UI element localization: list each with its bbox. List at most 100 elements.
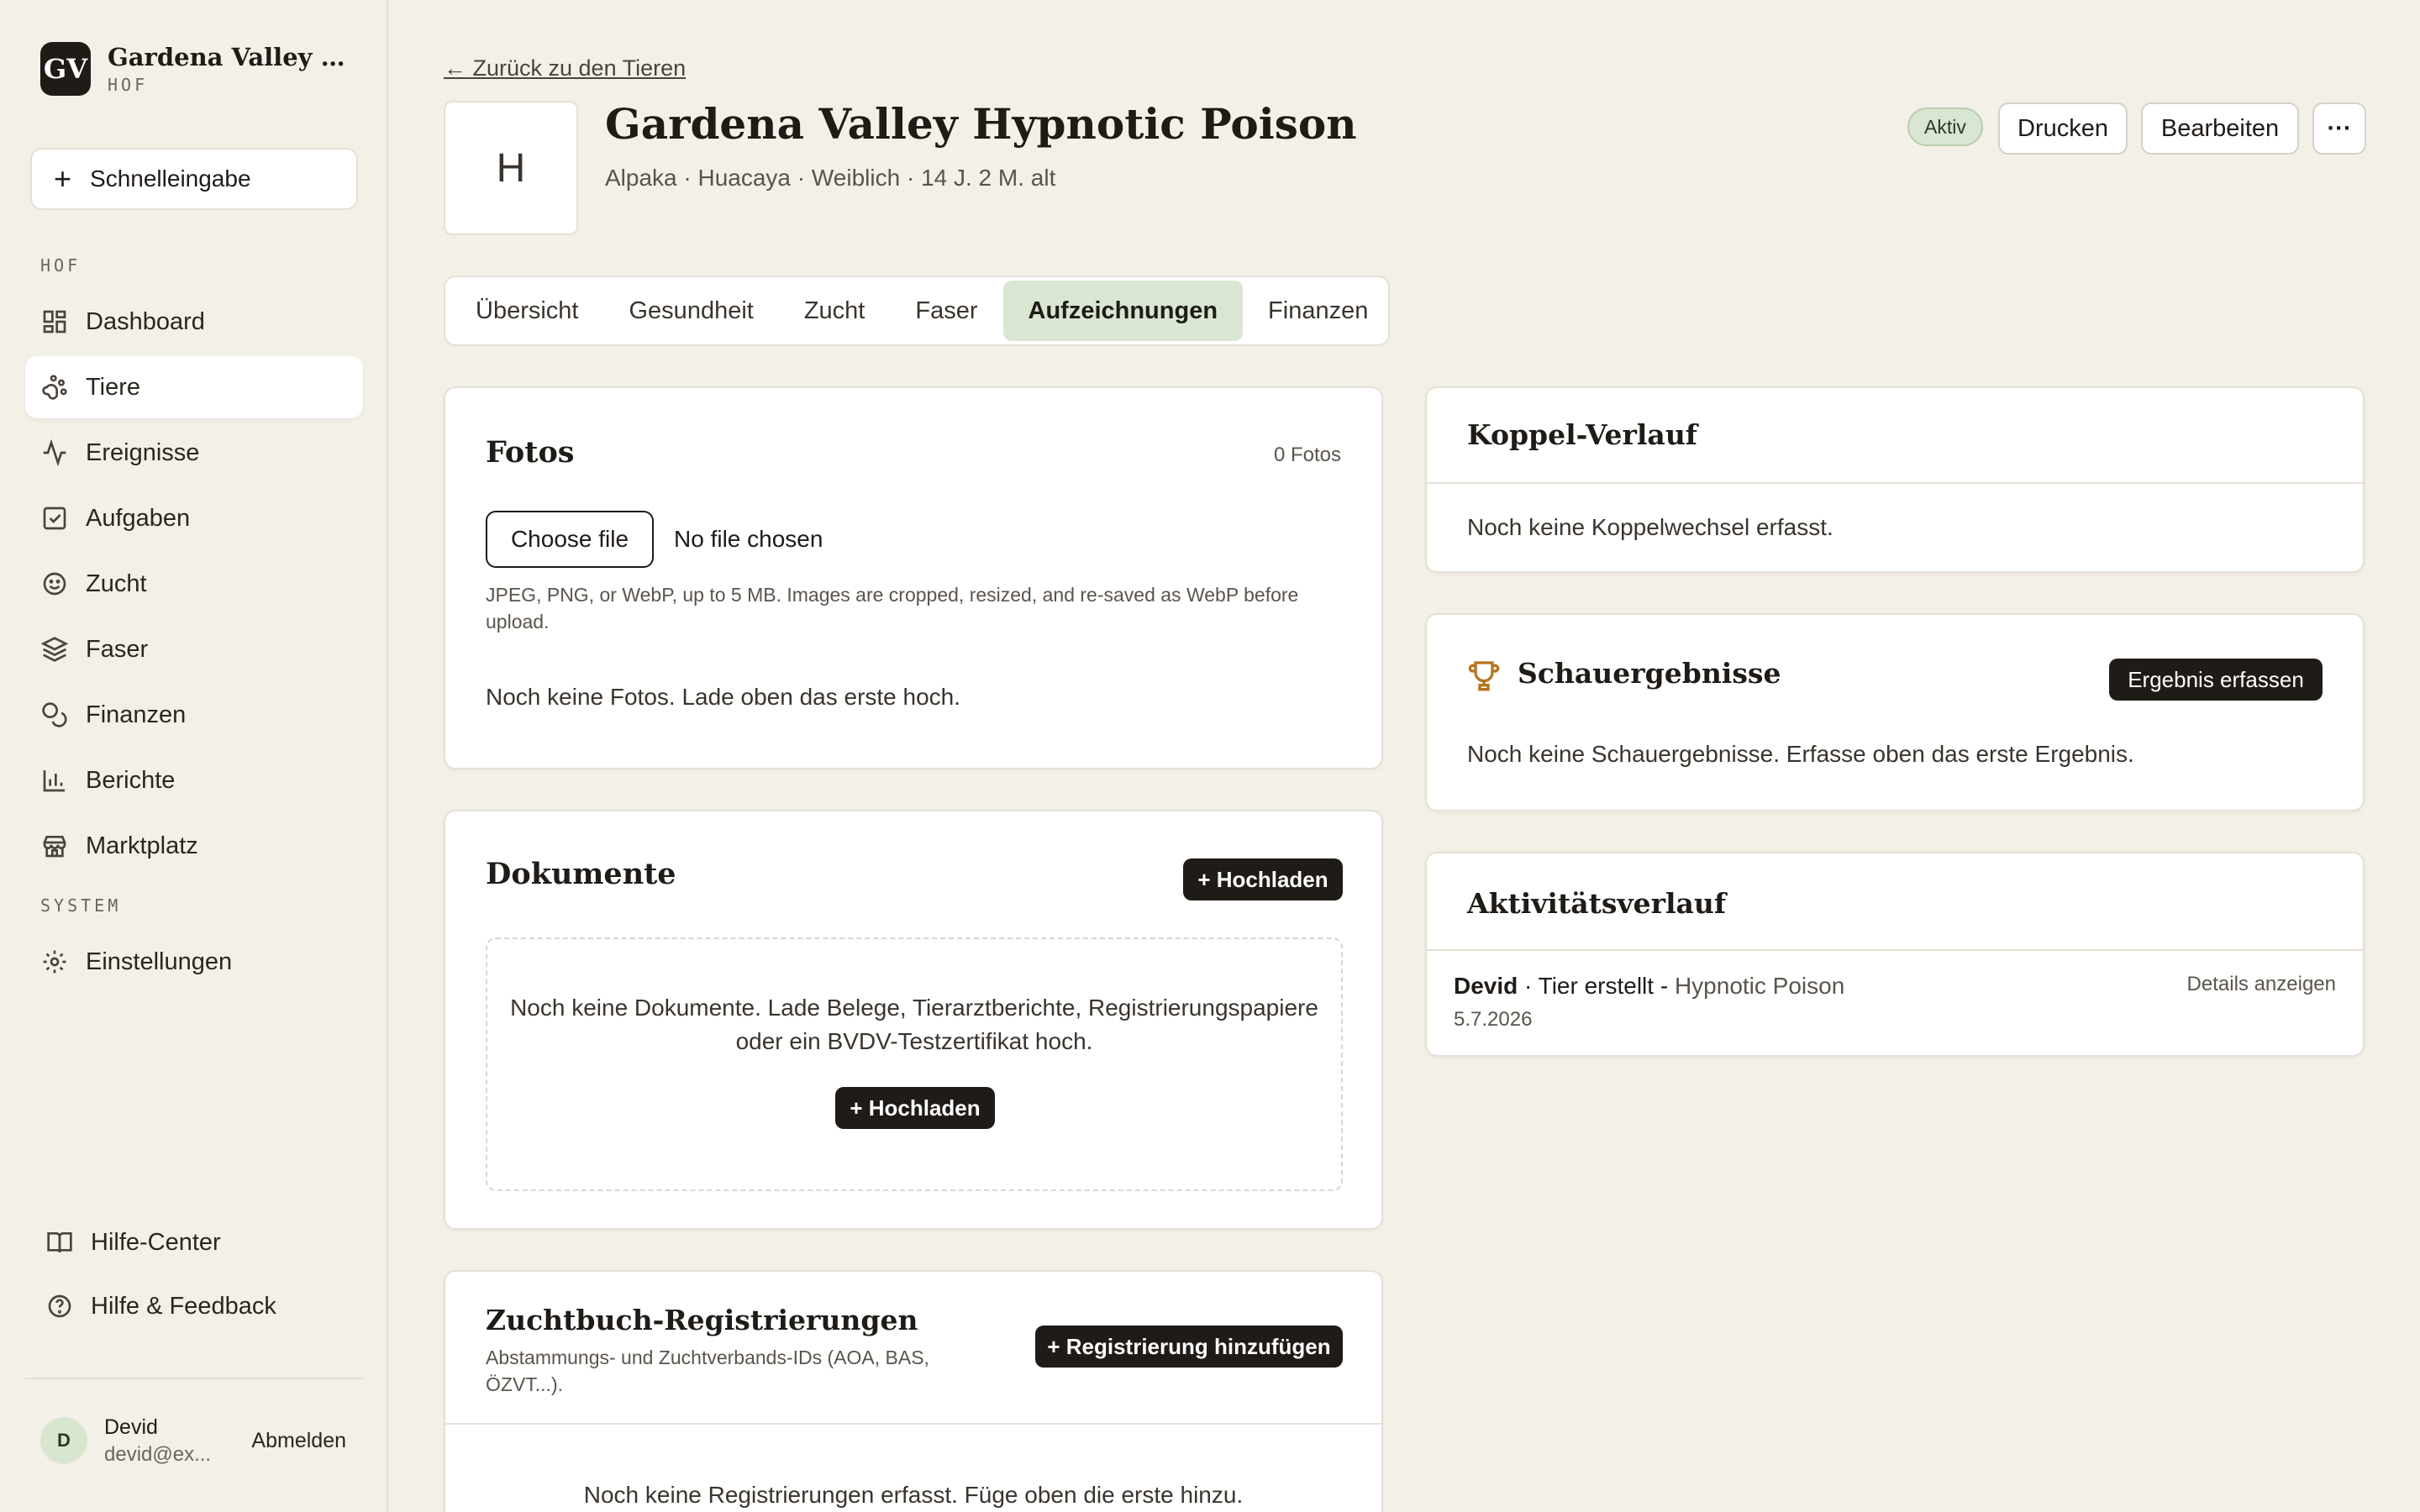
- documents-empty: Noch keine Dokumente. Lade Belege, Tiera…: [510, 995, 1318, 1054]
- tab-finanzen[interactable]: Finanzen: [1243, 281, 1393, 341]
- sidebar-item-label: Zucht: [86, 570, 147, 597]
- sidebar-item-einstellungen[interactable]: Einstellungen: [25, 931, 363, 993]
- upload-button[interactable]: + Hochladen: [1183, 858, 1343, 900]
- logout-button[interactable]: Abmelden: [251, 1429, 346, 1453]
- brand-sub: HOF: [108, 75, 149, 95]
- more-button[interactable]: ···: [2312, 102, 2366, 155]
- paddock-title: Koppel-Verlauf: [1467, 418, 1698, 451]
- shows-empty: Noch keine Schauergebnisse. Erfasse oben…: [1467, 741, 2134, 767]
- sidebar-item-label: Einstellungen: [86, 948, 233, 975]
- activity-icon: [40, 438, 69, 467]
- help-center-label: Hilfe-Center: [91, 1228, 221, 1256]
- sidebar-item-ereignisse[interactable]: Ereignisse: [25, 422, 363, 484]
- sidebar-item-berichte[interactable]: Berichte: [25, 749, 363, 811]
- brand-logo: GV: [40, 42, 91, 96]
- shows-title: Schauergebnisse: [1518, 657, 1781, 690]
- book-icon: [45, 1228, 74, 1257]
- grid-icon: [40, 307, 69, 336]
- section-label-system: SYSTEM: [40, 895, 122, 916]
- tab-bar: Übersicht Gesundheit Zucht Faser Aufzeic…: [444, 276, 1390, 346]
- edit-button[interactable]: Bearbeiten: [2141, 102, 2299, 155]
- help-feedback-label: Hilfe & Feedback: [91, 1292, 276, 1320]
- user-email: devid@ex...: [104, 1442, 212, 1466]
- sidebar-item-label: Marktplatz: [86, 832, 198, 859]
- back-link[interactable]: ← Zurück zu den Tieren: [444, 55, 686, 81]
- divider: [1427, 949, 2363, 951]
- user-name: Devid: [104, 1415, 158, 1439]
- sidebar-item-label: Ereignisse: [86, 438, 200, 466]
- registrations-title: Zuchtbuch-Registrierungen: [486, 1304, 918, 1336]
- help-center-link[interactable]: Hilfe-Center: [30, 1211, 368, 1273]
- tab-aufzeichnungen[interactable]: Aufzeichnungen: [1002, 281, 1244, 341]
- brand[interactable]: GV Gardena Valley Alp... HOF: [40, 42, 351, 96]
- photos-card: Fotos 0 Fotos Choose file No file chosen…: [444, 386, 1383, 769]
- divider: [445, 1423, 1381, 1425]
- activity-entry: Devid · Tier erstellt - Hypnotic Poison: [1454, 973, 1844, 1000]
- photos-hint: JPEG, PNG, or WebP, up to 5 MB. Images a…: [486, 584, 1299, 633]
- details-link[interactable]: Details anzeigen: [2187, 973, 2336, 996]
- sidebar-item-label: Faser: [86, 635, 149, 663]
- tab-faser[interactable]: Faser: [890, 281, 1002, 341]
- upload-inner-button[interactable]: + Hochladen: [835, 1087, 995, 1129]
- tab-uebersicht[interactable]: Übersicht: [450, 281, 604, 341]
- activity-date: 5.7.2026: [1454, 1008, 1533, 1031]
- sidebar-item-finanzen[interactable]: Finanzen: [25, 684, 363, 746]
- sidebar-item-zucht[interactable]: Zucht: [25, 553, 363, 615]
- bar-chart-icon: [40, 766, 69, 795]
- sidebar-item-label: Tiere: [86, 373, 140, 401]
- photos-count: 0 Fotos: [1273, 444, 1341, 466]
- activity-user: Devid: [1454, 973, 1518, 999]
- photos-title: Fotos: [486, 435, 575, 470]
- status-badge: Aktiv: [1907, 108, 1983, 146]
- section-label-hof: HOF: [40, 255, 82, 276]
- quick-entry-button[interactable]: + Schnelleingabe: [30, 148, 358, 210]
- page-title: Gardena Valley Hypnotic Poison: [605, 99, 1357, 149]
- photos-empty: Noch keine Fotos. Lade oben das erste ho…: [486, 684, 961, 710]
- checkbox-icon: [40, 504, 69, 533]
- paddock-empty: Noch keine Koppelwechsel erfasst.: [1467, 514, 1833, 540]
- registrations-card: Zuchtbuch-Registrierungen Abstammungs- u…: [444, 1270, 1383, 1512]
- coins-icon: [40, 701, 69, 729]
- registrations-desc: Abstammungs- und Zuchtverbands-IDs (AOA,…: [486, 1347, 929, 1395]
- sidebar-item-label: Berichte: [86, 766, 176, 794]
- smile-icon: [40, 570, 69, 598]
- page-subtitle: Alpaka · Huacaya · Weiblich · 14 J. 2 M.…: [605, 165, 1056, 191]
- documents-title: Dokumente: [486, 857, 676, 891]
- add-result-button[interactable]: Ergebnis erfassen: [2109, 659, 2323, 701]
- file-status: No file chosen: [674, 526, 823, 552]
- animal-avatar: H: [444, 101, 578, 235]
- avatar: D: [40, 1417, 87, 1464]
- sidebar-item-dashboard[interactable]: Dashboard: [25, 291, 363, 353]
- paddock-card: Koppel-Verlauf Noch keine Koppelwechsel …: [1425, 386, 2365, 573]
- tab-zucht[interactable]: Zucht: [779, 281, 891, 341]
- tab-gesundheit[interactable]: Gesundheit: [604, 281, 779, 341]
- gear-icon: [40, 948, 69, 976]
- print-button[interactable]: Drucken: [1998, 102, 2128, 155]
- paw-icon: [40, 373, 69, 402]
- sidebar-item-aufgaben[interactable]: Aufgaben: [25, 487, 363, 549]
- sidebar-item-label: Aufgaben: [86, 504, 191, 532]
- sidebar-item-label: Dashboard: [86, 307, 205, 335]
- store-icon: [40, 832, 69, 860]
- plus-icon: +: [54, 161, 72, 196]
- activity-target[interactable]: Hypnotic Poison: [1675, 973, 1844, 999]
- sidebar-item-tiere[interactable]: Tiere: [25, 356, 363, 418]
- documents-card: Dokumente + Hochladen Noch keine Dokumen…: [444, 810, 1383, 1230]
- brand-name: Gardena Valley Alp...: [108, 43, 351, 71]
- shows-card: Schauergebnisse Ergebnis erfassen Noch k…: [1425, 613, 2365, 811]
- add-registration-button[interactable]: + Registrierung hinzufügen: [1035, 1326, 1343, 1368]
- trophy-icon: [1467, 659, 1501, 692]
- activity-card: Aktivitätsverlauf Devid · Tier erstellt …: [1425, 852, 2365, 1057]
- divider: [1427, 482, 2363, 484]
- help-feedback-link[interactable]: Hilfe & Feedback: [30, 1275, 368, 1337]
- documents-dropzone[interactable]: Noch keine Dokumente. Lade Belege, Tiera…: [486, 937, 1343, 1191]
- sidebar-item-marktplatz[interactable]: Marktplatz: [25, 815, 363, 877]
- user-box: D Devid devid@ex... Abmelden: [25, 1378, 363, 1502]
- quick-entry-label: Schnelleingabe: [90, 165, 251, 192]
- activity-action: · Tier erstellt -: [1518, 973, 1675, 999]
- registrations-empty: Noch keine Registrierungen erfasst. Füge…: [583, 1482, 1244, 1508]
- choose-file-button[interactable]: Choose file: [486, 511, 654, 568]
- layers-icon: [40, 635, 69, 664]
- help-circle-icon: [45, 1292, 74, 1320]
- sidebar-item-faser[interactable]: Faser: [25, 618, 363, 680]
